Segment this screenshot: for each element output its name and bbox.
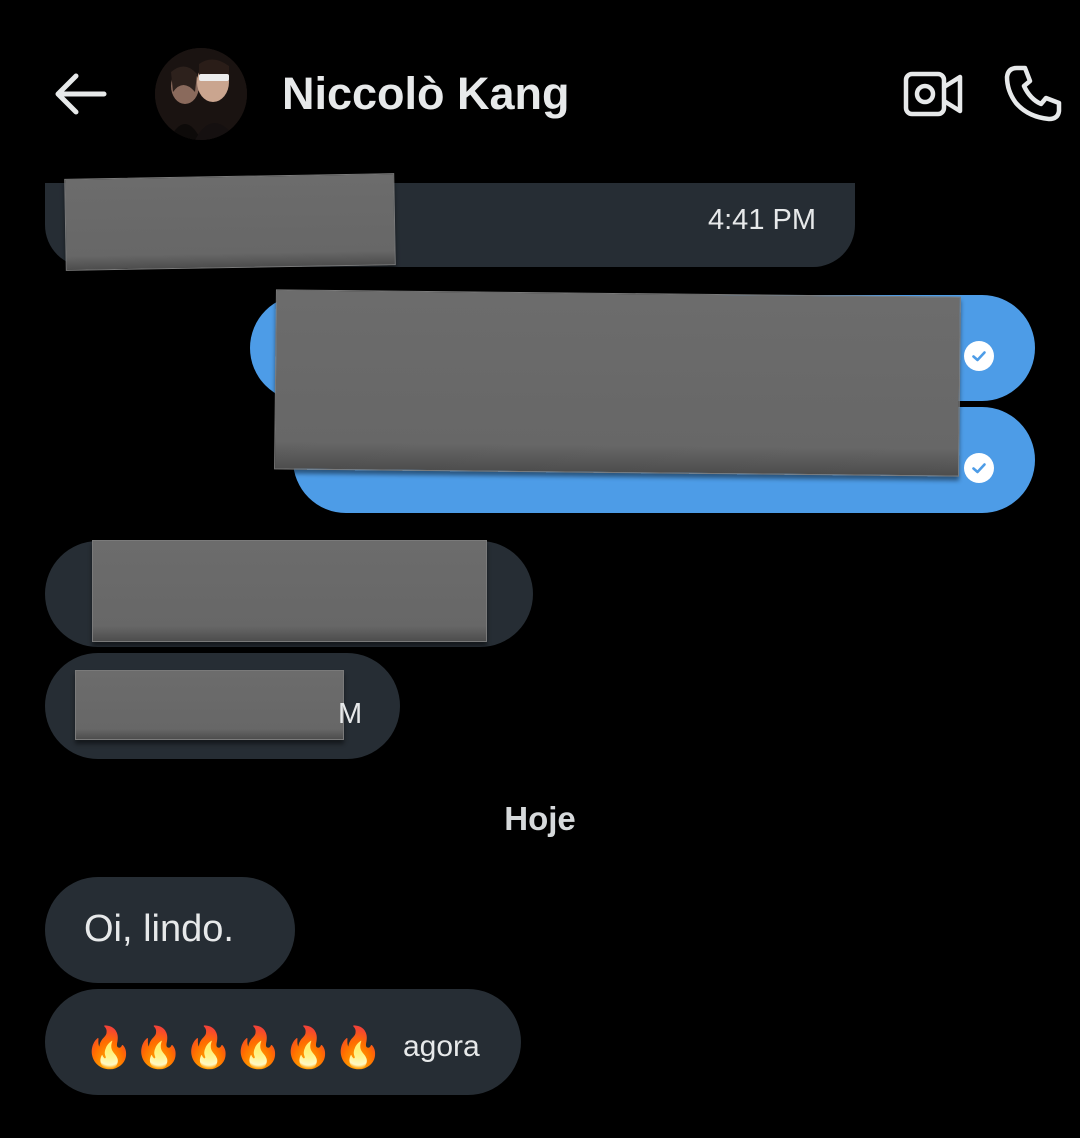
read-check-icon	[964, 341, 994, 371]
redaction-block	[274, 289, 961, 477]
arrow-left-icon	[55, 73, 107, 115]
avatar[interactable]	[155, 48, 247, 140]
redaction-block	[64, 173, 396, 271]
back-button[interactable]	[48, 62, 112, 126]
contact-name[interactable]: Niccolò Kang	[282, 62, 570, 126]
chat-screen: Niccolò Kang 4:41 PM M Hoje Oi, lindo. 🔥…	[0, 0, 1080, 1138]
read-check-icon	[964, 453, 994, 483]
redaction-block	[75, 670, 344, 740]
date-separator: Hoje	[504, 800, 576, 837]
phone-icon	[1004, 65, 1062, 122]
message-timestamp-fragment: M	[338, 698, 363, 730]
redaction-block	[92, 540, 487, 642]
video-camera-icon	[903, 71, 963, 117]
message-text: Oi, lindo.	[84, 908, 234, 950]
message-timestamp: agora	[403, 1030, 480, 1063]
video-call-button[interactable]	[898, 62, 968, 126]
voice-call-button[interactable]	[998, 58, 1068, 128]
avatar-image	[155, 48, 247, 140]
message-text-emoji: 🔥🔥🔥🔥🔥🔥	[84, 1026, 383, 1070]
message-timestamp: 4:41 PM	[708, 204, 816, 236]
